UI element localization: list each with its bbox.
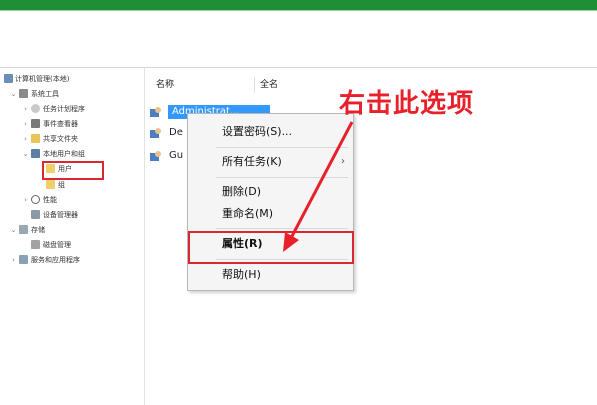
navigation-tree: 计算机管理(本地) ⌄ 系统工具 › 任务计划程序 › 事件查看器 › 共享文件… [0,68,145,405]
list-item[interactable]: De [150,125,190,141]
properties-highlight-box [188,231,354,264]
menu-item-delete[interactable]: 删除(D) [222,184,261,200]
menu-item-all-tasks[interactable]: 所有任务(K) [222,154,282,170]
folder-icon [46,180,55,189]
chevron-right-icon[interactable]: › [22,103,29,115]
menu-divider [216,228,348,229]
menu-divider [216,177,348,178]
device-manager-icon [31,210,40,219]
chevron-right-icon[interactable]: › [22,194,29,206]
user-account-icon [150,128,161,138]
title-bar [0,0,597,10]
performance-icon [31,195,40,204]
chevron-down-icon[interactable]: ⌄ [22,148,29,160]
context-menu: 设置密码(S)... 所有任务(K) › 删除(D) 重命名(M) 属性(R) … [187,113,354,291]
annotation-label: 右击此选项 [339,89,475,119]
submenu-arrow-icon: › [341,156,345,167]
menu-divider [216,147,348,148]
toolbar-area [0,11,597,67]
menu-item-help[interactable]: 帮助(H) [222,267,261,283]
column-header-fullname[interactable]: 全名 [260,78,278,92]
menu-item-set-password[interactable]: 设置密码(S)... [222,124,292,140]
computer-icon [4,74,13,83]
shared-folder-icon [31,134,40,143]
services-icon [19,255,28,264]
column-header-name[interactable]: 名称 [156,78,174,92]
user-account-icon [150,107,161,117]
users-highlight-box [42,161,104,180]
chevron-right-icon[interactable]: › [22,118,29,130]
users-group-icon [31,149,40,158]
list-item[interactable]: Gu [150,148,190,164]
user-account-icon [150,151,161,161]
menu-item-rename[interactable]: 重命名(M) [222,206,273,222]
chevron-down-icon[interactable]: ⌄ [10,88,17,100]
clock-icon [31,104,40,113]
storage-icon [19,225,28,234]
event-viewer-icon [31,119,40,128]
chevron-right-icon[interactable]: › [22,133,29,145]
chevron-down-icon[interactable]: ⌄ [10,224,17,236]
chevron-right-icon[interactable]: › [10,254,17,266]
disk-icon [31,240,40,249]
tools-icon [19,89,28,98]
column-separator[interactable] [254,77,255,93]
